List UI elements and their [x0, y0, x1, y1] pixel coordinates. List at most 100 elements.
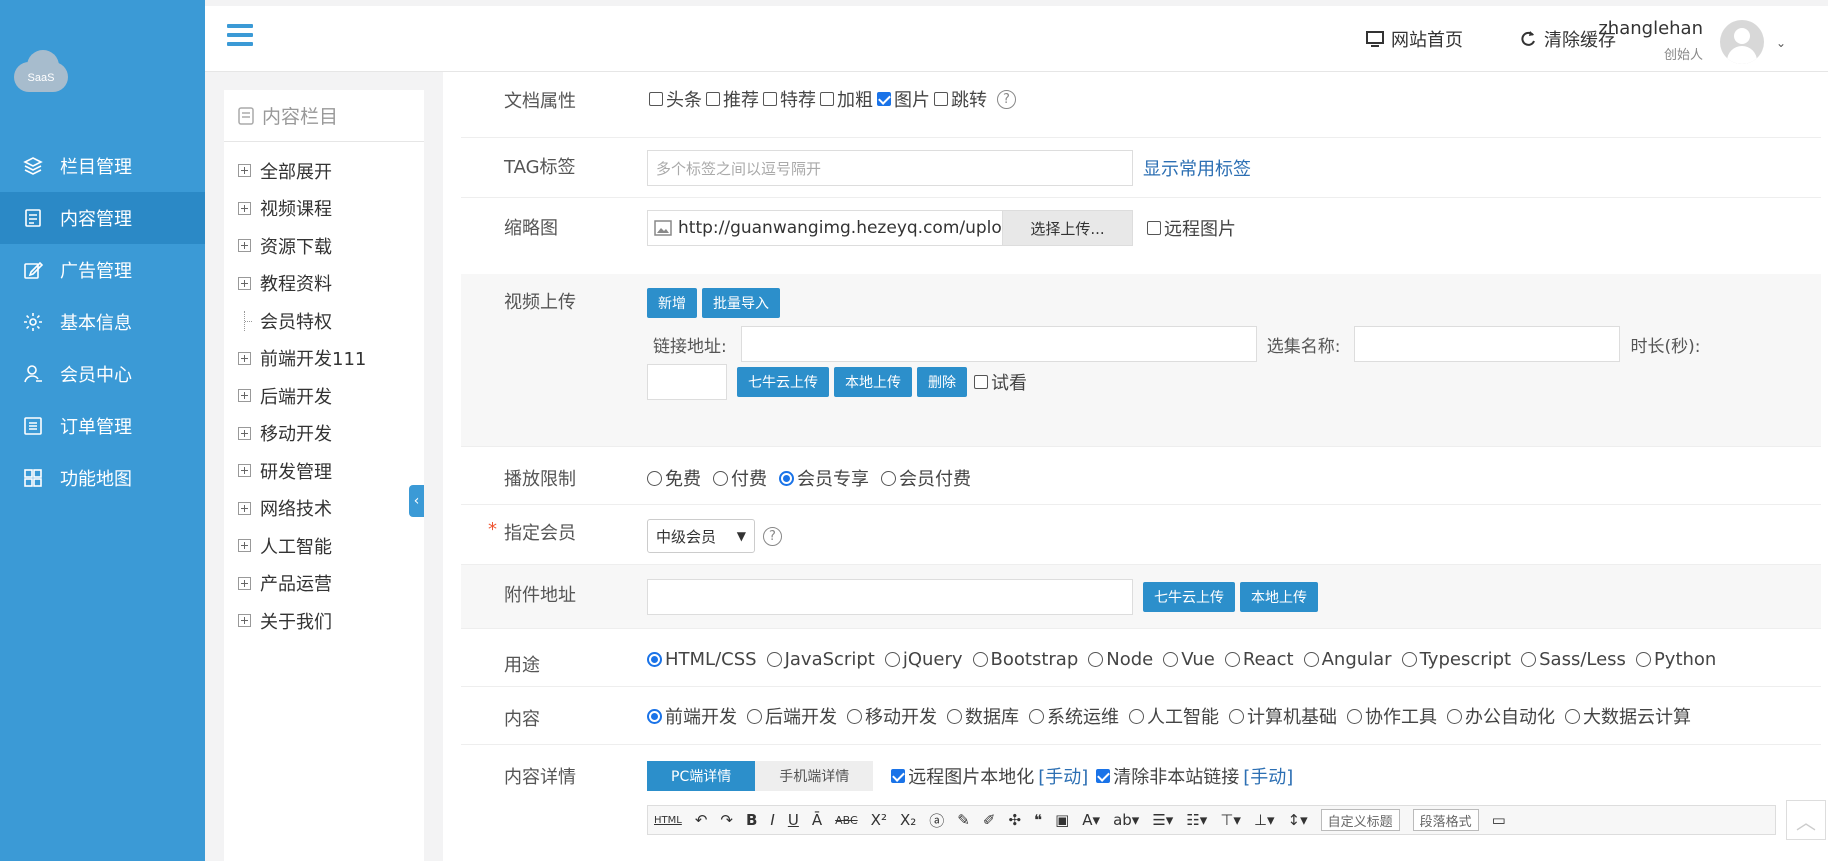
- qiniu-upload-button[interactable]: 七牛云上传: [737, 367, 829, 397]
- option-checkbox[interactable]: [763, 92, 777, 106]
- bold-icon[interactable]: B: [746, 811, 757, 829]
- sidebar-item-4[interactable]: 会员中心: [0, 348, 205, 400]
- font-border-icon[interactable]: Ā: [812, 811, 822, 829]
- option-radio[interactable]: [779, 470, 794, 486]
- duration-input[interactable]: [647, 364, 727, 400]
- tree-item[interactable]: 全部展开: [224, 152, 424, 190]
- option-radio[interactable]: [713, 470, 728, 486]
- option-radio[interactable]: [1163, 652, 1179, 667]
- option-radio[interactable]: [884, 652, 900, 667]
- tree-item[interactable]: 资源下载: [224, 227, 424, 265]
- tree-item[interactable]: 网络技术: [224, 490, 424, 528]
- expand-plus-icon[interactable]: [238, 426, 251, 440]
- italic-icon[interactable]: I: [770, 811, 774, 829]
- tree-item[interactable]: 人工智能: [224, 527, 424, 565]
- unordered-list-icon[interactable]: ☷▾: [1186, 811, 1207, 829]
- quote-icon[interactable]: ❝: [1034, 811, 1042, 829]
- tag-input[interactable]: 多个标签之间以逗号隔开: [647, 150, 1133, 186]
- option-radio[interactable]: [1521, 652, 1537, 667]
- tree-item[interactable]: 教程资料: [224, 265, 424, 303]
- option-radio[interactable]: [766, 652, 782, 667]
- choose-upload-button[interactable]: 选择上传...: [1002, 211, 1132, 245]
- member-select[interactable]: 中级会员 ▼: [647, 519, 755, 553]
- avatar[interactable]: [1720, 20, 1764, 64]
- remote-image-checkbox[interactable]: [1147, 221, 1161, 235]
- sidebar-item-1[interactable]: 内容管理: [0, 192, 205, 244]
- option-radio[interactable]: [747, 708, 762, 724]
- paste-icon[interactable]: ▣: [1055, 811, 1069, 829]
- row-spacing-top-icon[interactable]: ⊤▾: [1220, 811, 1241, 829]
- expand-plus-icon[interactable]: [238, 576, 251, 590]
- scroll-to-top-button[interactable]: ︿: [1786, 800, 1826, 840]
- option-radio[interactable]: [947, 708, 962, 724]
- tree-item[interactable]: 前端开发111: [224, 340, 424, 378]
- expand-plus-icon[interactable]: [238, 614, 251, 628]
- tree-item[interactable]: 关于我们: [224, 602, 424, 640]
- local-upload-button[interactable]: 本地上传: [834, 367, 912, 397]
- sidebar-item-3[interactable]: 基本信息: [0, 296, 205, 348]
- sidebar-item-0[interactable]: 栏目管理: [0, 140, 205, 192]
- tree-item[interactable]: 移动开发: [224, 415, 424, 453]
- option-radio[interactable]: [1129, 708, 1144, 724]
- localize-manual-link[interactable]: [手动]: [1038, 763, 1088, 789]
- localize-images-checkbox[interactable]: [891, 769, 906, 783]
- attach-qiniu-button[interactable]: 七牛云上传: [1143, 582, 1235, 612]
- tree-item[interactable]: 研发管理: [224, 452, 424, 490]
- tree-item[interactable]: 产品运营: [224, 565, 424, 603]
- sidebar-item-2[interactable]: 广告管理: [0, 244, 205, 296]
- chevron-down-icon[interactable]: ⌄: [1776, 36, 1786, 50]
- expand-plus-icon[interactable]: [238, 201, 251, 215]
- expand-plus-icon[interactable]: [238, 389, 251, 403]
- option-radio[interactable]: [881, 470, 896, 486]
- option-checkbox[interactable]: [877, 92, 891, 106]
- option-radio[interactable]: [1088, 652, 1104, 667]
- attach-local-button[interactable]: 本地上传: [1240, 582, 1318, 612]
- batch-import-button[interactable]: 批量导入: [702, 288, 780, 318]
- font-color-icon[interactable]: A▾: [1082, 811, 1100, 829]
- tree-item[interactable]: 会员特权: [224, 302, 424, 340]
- option-radio[interactable]: [972, 652, 988, 667]
- expand-plus-icon[interactable]: [238, 501, 251, 515]
- menu-toggle-icon[interactable]: [227, 24, 253, 48]
- eraser-icon[interactable]: ✎: [957, 811, 970, 829]
- redo-icon[interactable]: ↷: [720, 811, 733, 829]
- custom-title-select[interactable]: 自定义标题: [1320, 809, 1400, 831]
- collapse-panel-button[interactable]: ‹: [409, 485, 424, 517]
- option-radio[interactable]: [647, 708, 662, 724]
- paragraph-format-select[interactable]: 段落格式: [1412, 809, 1479, 831]
- help-icon[interactable]: ?: [763, 526, 782, 546]
- fullscreen-icon[interactable]: ▭: [1492, 811, 1506, 829]
- expand-plus-icon[interactable]: [238, 164, 251, 178]
- logo-cloud-icon[interactable]: SaaS: [14, 48, 70, 92]
- episode-name-input[interactable]: [1354, 326, 1621, 362]
- option-radio[interactable]: [847, 708, 862, 724]
- expand-plus-icon[interactable]: [238, 464, 251, 478]
- option-checkbox[interactable]: [934, 92, 948, 106]
- format-brush-icon[interactable]: ✐: [983, 811, 996, 829]
- thumbnail-field[interactable]: http://guanwangimg.hezeyq.com/uploads 选择…: [647, 210, 1133, 246]
- site-home-link[interactable]: 网站首页: [1365, 26, 1463, 52]
- option-radio[interactable]: [1229, 708, 1244, 724]
- line-height-icon[interactable]: ↕▾: [1288, 811, 1308, 829]
- add-video-button[interactable]: 新增: [647, 288, 697, 318]
- expand-plus-icon[interactable]: [238, 539, 251, 553]
- option-checkbox[interactable]: [706, 92, 720, 106]
- option-radio[interactable]: [1401, 652, 1417, 667]
- option-radio[interactable]: [647, 652, 662, 667]
- trial-checkbox[interactable]: [974, 375, 988, 389]
- option-radio[interactable]: [1447, 708, 1462, 724]
- option-checkbox[interactable]: [820, 92, 834, 106]
- tab-mobile-detail[interactable]: 手机端详情: [755, 761, 874, 791]
- expand-plus-icon[interactable]: [238, 276, 251, 290]
- tree-item[interactable]: 后端开发: [224, 377, 424, 415]
- user-name[interactable]: zhanglehan: [1598, 18, 1703, 39]
- expand-plus-icon[interactable]: [238, 351, 251, 365]
- sidebar-item-6[interactable]: 功能地图: [0, 452, 205, 504]
- subscript-icon[interactable]: X₂: [900, 811, 916, 829]
- option-radio[interactable]: [1635, 652, 1651, 667]
- option-radio[interactable]: [1347, 708, 1362, 724]
- clean-links-checkbox[interactable]: [1096, 769, 1111, 783]
- show-common-tags-link[interactable]: 显示常用标签: [1143, 155, 1251, 181]
- sidebar-item-5[interactable]: 订单管理: [0, 400, 205, 452]
- option-radio[interactable]: [1565, 708, 1580, 724]
